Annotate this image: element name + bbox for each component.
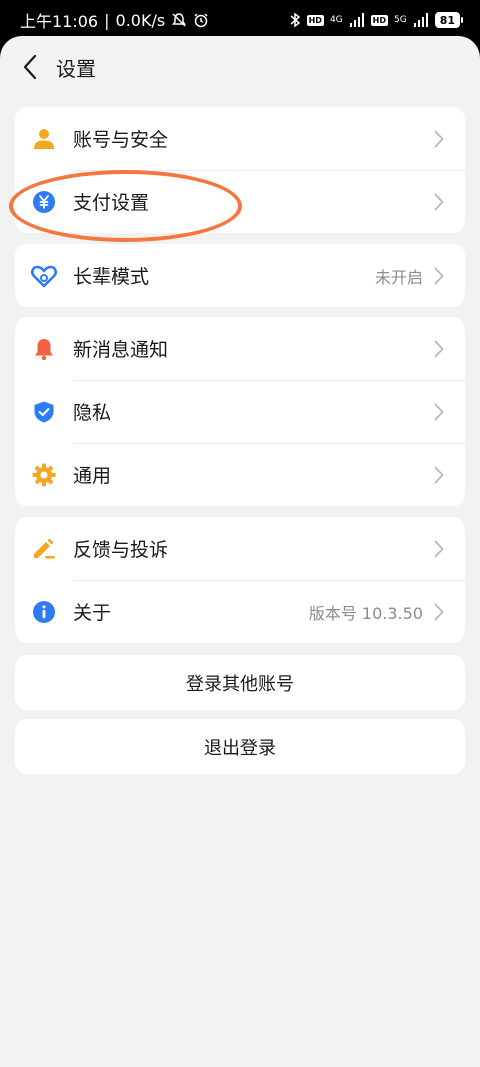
- settings-group-elder: 长辈模式 未开启: [15, 244, 465, 307]
- status-net-speed: 0.0K/s: [115, 10, 166, 30]
- switch-account-label: 登录其他账号: [186, 673, 294, 695]
- status-time: 上午11:06: [20, 12, 99, 31]
- settings-item-label: 隐私: [73, 402, 112, 424]
- settings-item-label: 关于: [73, 602, 112, 624]
- signal-icon-2: [413, 13, 429, 27]
- header: 设置: [0, 36, 480, 98]
- info-icon: [31, 599, 57, 625]
- mute-bell-icon: [171, 12, 187, 28]
- settings-item-label: 通用: [73, 465, 112, 487]
- signal-icon-1: [349, 13, 365, 27]
- yuan-icon: [31, 189, 57, 215]
- chevron-right-icon: [433, 603, 445, 621]
- bell-icon: [31, 336, 57, 362]
- back-button[interactable]: [18, 52, 42, 82]
- logout-button[interactable]: 退出登录: [15, 719, 465, 774]
- settings-group-general: 新消息通知 隐私 通用: [15, 317, 465, 506]
- settings-item-label: 支付设置: [73, 192, 150, 214]
- alarm-icon: [193, 12, 209, 28]
- settings-item-privacy[interactable]: 隐私: [15, 380, 465, 443]
- status-divider: |: [104, 10, 110, 30]
- network-type-1: 4G: [329, 14, 343, 25]
- chevron-left-icon: [23, 54, 37, 80]
- heart-icon: [31, 263, 57, 289]
- network-type-2: 5G: [393, 14, 407, 25]
- person-icon: [31, 126, 57, 152]
- settings-item-account-security[interactable]: 账号与安全: [15, 107, 465, 170]
- settings-item-notifications[interactable]: 新消息通知: [15, 317, 465, 380]
- settings-item-label: 账号与安全: [73, 129, 169, 151]
- settings-item-general[interactable]: 通用: [15, 443, 465, 506]
- chevron-right-icon: [433, 267, 445, 285]
- settings-group-about: 反馈与投诉 关于 版本号 10.3.50: [15, 517, 465, 643]
- settings-item-about[interactable]: 关于 版本号 10.3.50: [15, 580, 465, 643]
- app-version: 版本号 10.3.50: [308, 603, 423, 623]
- settings-item-feedback[interactable]: 反馈与投诉: [15, 517, 465, 580]
- bluetooth-icon: [289, 12, 301, 28]
- settings-screen: 设置 账号与安全 支付设置 长辈模式 未开启 新消息通知 隐私 通用 反馈与投诉…: [0, 36, 480, 1067]
- battery-indicator: 81: [434, 12, 464, 28]
- settings-group-account: 账号与安全 支付设置: [15, 107, 465, 233]
- settings-item-elder-mode[interactable]: 长辈模式 未开启: [15, 244, 465, 307]
- chevron-right-icon: [433, 403, 445, 421]
- chevron-right-icon: [433, 130, 445, 148]
- chevron-right-icon: [433, 466, 445, 484]
- chevron-right-icon: [433, 193, 445, 211]
- hd-badge-1: HD: [306, 14, 324, 26]
- logout-label: 退出登录: [204, 737, 276, 759]
- settings-item-payment[interactable]: 支付设置: [15, 170, 465, 233]
- gear-icon: [31, 462, 57, 488]
- status-bar: 上午11:06 | 0.0K/s HD 4G HD 5G 81: [0, 0, 480, 40]
- switch-account-button[interactable]: 登录其他账号: [15, 655, 465, 710]
- page-title: 设置: [56, 56, 96, 81]
- elder-mode-status: 未开启: [374, 267, 423, 287]
- settings-item-label: 新消息通知: [73, 339, 169, 361]
- chevron-right-icon: [433, 340, 445, 358]
- settings-item-label: 长辈模式: [73, 266, 150, 288]
- pencil-icon: [31, 536, 57, 562]
- chevron-right-icon: [433, 540, 445, 558]
- shield-icon: [31, 399, 57, 425]
- settings-item-label: 反馈与投诉: [73, 539, 169, 561]
- hd-badge-2: HD: [370, 14, 388, 26]
